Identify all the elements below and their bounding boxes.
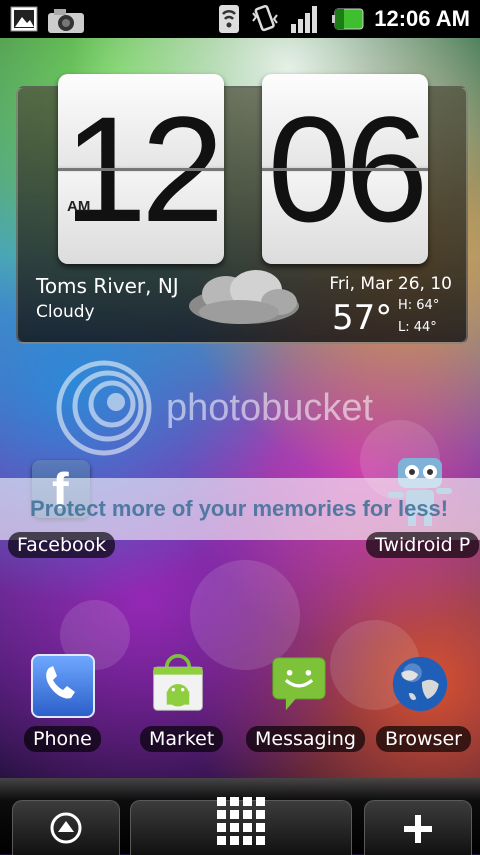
watermark-banner-text: Protect more of your memories for less! (30, 496, 449, 521)
minute-flip-card: 06 (262, 74, 428, 264)
market-label: Market (140, 726, 224, 752)
market-shortcut[interactable]: Market (140, 726, 224, 752)
vibrate-icon (252, 4, 279, 32)
clock-ampm: AM (67, 198, 91, 215)
add-to-home-button[interactable] (364, 800, 472, 855)
up-arrow-icon (50, 812, 82, 844)
market-icon[interactable] (148, 654, 208, 714)
status-clock: 12:06 AM (374, 6, 470, 31)
weather-low: L: 44° (398, 320, 437, 335)
facebook-label: Facebook (8, 532, 116, 558)
weather-condition: Cloudy (36, 302, 95, 322)
gallery-notification-icon (10, 6, 38, 32)
phone-label: Phone (24, 726, 101, 752)
flip-hinge (58, 168, 224, 171)
weather-high: H: 64° (398, 298, 440, 313)
browser-globe-icon[interactable] (390, 654, 450, 714)
signal-icon (291, 6, 318, 33)
facebook-shortcut[interactable]: Facebook (8, 532, 116, 558)
app-grid-icon (217, 797, 265, 845)
photobucket-watermark: photobucket (56, 360, 373, 456)
personalize-button[interactable] (12, 800, 120, 855)
messaging-shortcut[interactable]: Messaging (246, 726, 365, 752)
phone-shortcut[interactable]: Phone (24, 726, 101, 752)
status-bar[interactable]: 12:06 AM (0, 0, 480, 38)
clock-weather-widget[interactable]: 12 AM 06 Toms River, NJ Cloudy Fri, Mar … (16, 74, 468, 344)
messaging-label: Messaging (246, 726, 365, 752)
flip-hinge (262, 168, 428, 171)
twidroid-label: Twidroid P (366, 532, 480, 558)
photobucket-logo-icon (56, 360, 152, 456)
plus-icon (404, 815, 432, 843)
watermark-brand: photobucket (166, 386, 374, 429)
all-apps-button[interactable] (130, 797, 352, 855)
weather-date: Fri, Mar 26, 10 (329, 274, 452, 294)
twidroid-shortcut[interactable]: Twidroid P (366, 532, 480, 558)
camera-notification-icon (48, 9, 84, 33)
weather-temperature: 57° (332, 298, 393, 338)
browser-label: Browser (376, 726, 471, 752)
phone-icon[interactable] (31, 654, 95, 718)
weather-city: Toms River, NJ (36, 274, 179, 298)
battery-icon (332, 8, 364, 30)
sync-icon (219, 5, 240, 33)
messaging-icon[interactable] (269, 654, 329, 714)
handset-glyph-icon (46, 666, 75, 699)
hour-flip-card: 12 AM (58, 74, 224, 264)
browser-shortcut[interactable]: Browser (376, 726, 471, 752)
cloudy-icon (189, 270, 299, 324)
